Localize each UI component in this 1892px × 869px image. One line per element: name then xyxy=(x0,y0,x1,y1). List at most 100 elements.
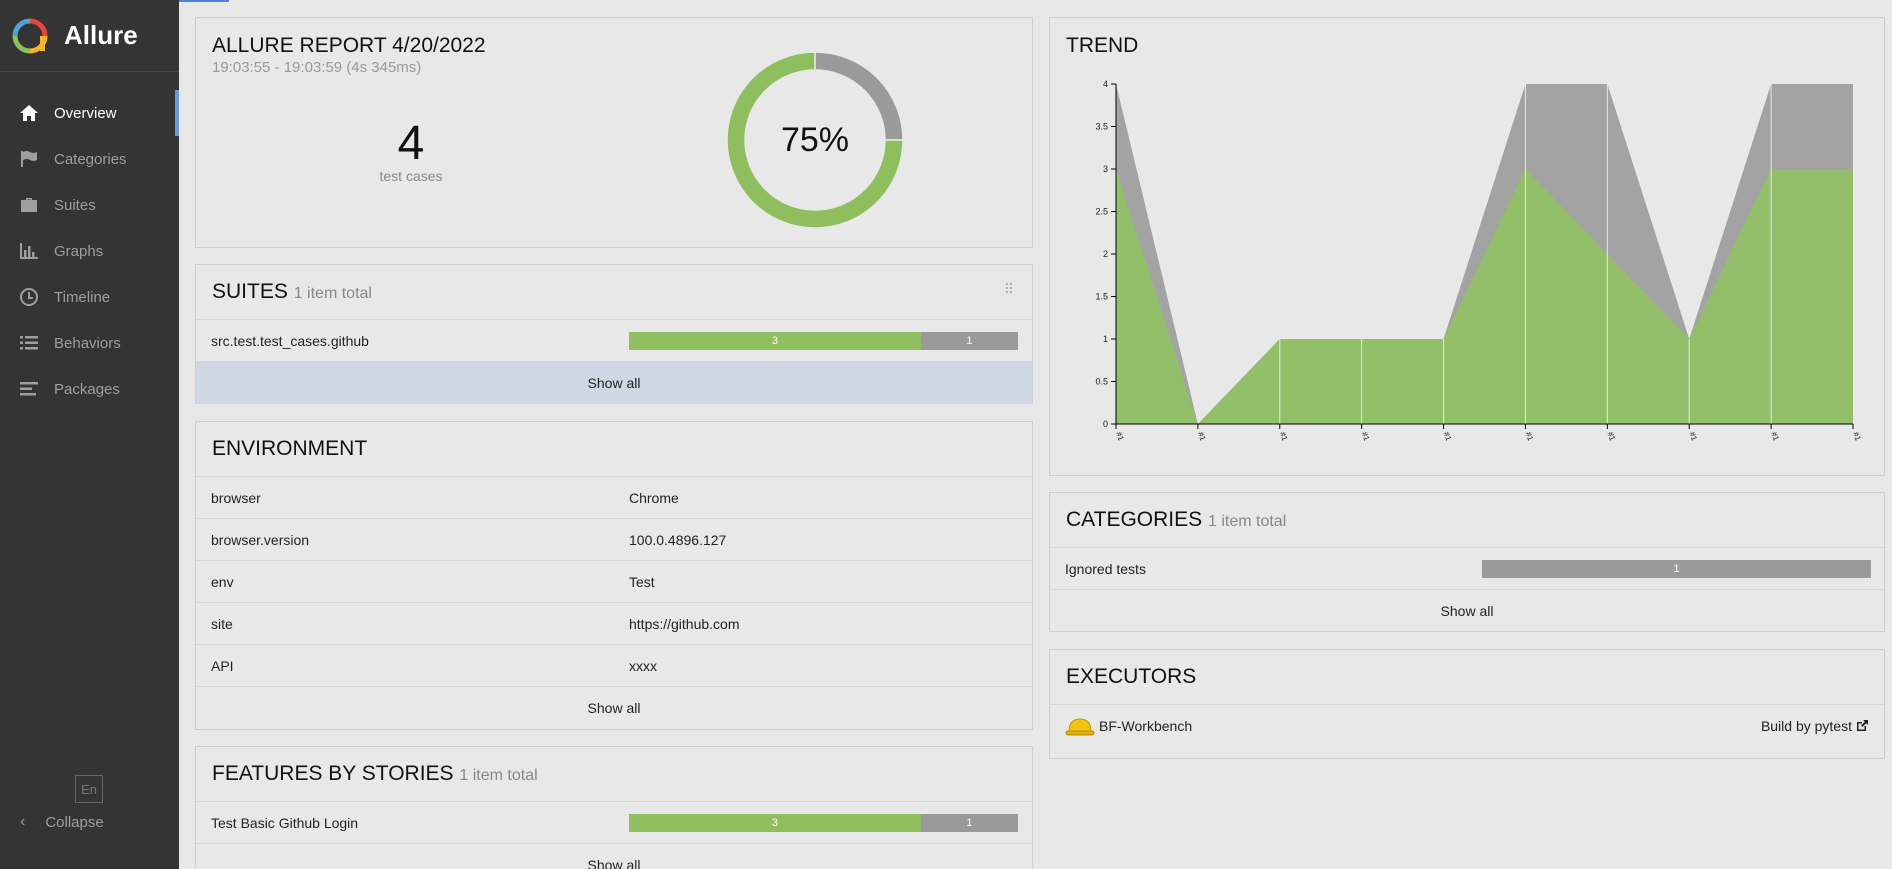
sidebar-item-timeline[interactable]: Timeline xyxy=(0,274,179,320)
env-key: browser xyxy=(211,489,261,506)
list-icon xyxy=(18,332,40,354)
clock-icon xyxy=(18,286,40,308)
executors-panel: EXECUTORS BF-Workbench Build by pytest xyxy=(1049,649,1885,759)
collapse-button[interactable]: ‹ Collapse xyxy=(20,813,104,831)
x-tick-label[interactable]: #1 xyxy=(1687,431,1699,443)
pass-rate-percent: 75% xyxy=(780,120,850,159)
executor-row[interactable]: BF-Workbench Build by pytest xyxy=(1050,705,1884,747)
x-tick-label[interactable]: #1 xyxy=(1851,431,1863,443)
sidebar-item-packages[interactable]: Packages xyxy=(0,366,179,412)
features-count: 1 item total xyxy=(459,767,538,784)
trend-panel: TREND 0 0.5 1 1.5 2 2.5 3 3.5 4 #1 #1 #1 #1 #1 #1 #1 #1 #… xyxy=(1049,17,1885,476)
align-left-icon xyxy=(18,378,40,400)
top-progress-line xyxy=(179,0,229,2)
sidebar-item-suites[interactable]: Suites xyxy=(0,182,179,228)
flag-icon xyxy=(18,148,40,170)
sidebar-item-overview[interactable]: Overview xyxy=(0,90,179,136)
y-tick-label: 2 xyxy=(1103,249,1108,259)
env-value: https://github.com xyxy=(629,615,740,632)
suites-show-all-button[interactable]: Show all xyxy=(196,362,1032,404)
sidebar: Allure Overview Categories Suites Graphs… xyxy=(0,0,179,869)
report-time: 19:03:55 - 19:03:59 (4s 345ms) xyxy=(212,59,422,76)
x-tick-label[interactable]: #1 xyxy=(1524,431,1536,443)
env-key: browser.version xyxy=(211,531,310,548)
y-tick-label: 2.5 xyxy=(1095,207,1108,217)
skipped-segment: 1 xyxy=(920,813,1018,832)
sidebar-item-label: Timeline xyxy=(54,288,111,306)
suites-panel: SUITES 1 item total ⠿ src.test.test_case… xyxy=(195,264,1033,404)
x-tick-label[interactable]: #1 xyxy=(1605,431,1617,443)
trend-chart[interactable]: 0 0.5 1 1.5 2 2.5 3 3.5 4 #1 #1 #1 #1 #1 #1 #1 #1 #1 #1 xyxy=(1050,18,1886,477)
sidebar-item-graphs[interactable]: Graphs xyxy=(0,228,179,274)
briefcase-icon xyxy=(18,194,40,216)
drag-handle-icon[interactable]: ⠿ xyxy=(1004,281,1014,298)
environment-panel: ENVIRONMENT browser Chrome browser.versio… xyxy=(195,421,1033,730)
sidebar-item-behaviors[interactable]: Behaviors xyxy=(0,320,179,366)
language-button[interactable]: En xyxy=(75,775,103,803)
x-tick-label[interactable]: #1 xyxy=(1442,431,1454,443)
categories-title: CATEGORIES 1 item total xyxy=(1050,493,1884,548)
env-value: Chrome xyxy=(629,489,679,506)
app-name: Allure xyxy=(64,20,138,50)
executors-title: EXECUTORS xyxy=(1050,650,1884,705)
skipped-segment: 1 xyxy=(1482,559,1871,578)
y-tick-label: 4 xyxy=(1103,79,1108,89)
categories-count: 1 item total xyxy=(1207,513,1287,530)
x-tick-label[interactable]: #1 xyxy=(1360,431,1372,443)
y-tick-label: 3.5 xyxy=(1095,122,1108,132)
y-tick-label: 3 xyxy=(1103,164,1108,174)
summary-panel: ALLURE REPORT 4/20/2022 19:03:55 - 19:03… xyxy=(195,17,1033,248)
passed-segment: 3 xyxy=(629,331,921,350)
environment-title: ENVIRONMENT xyxy=(196,422,1032,477)
suites-title: SUITES 1 item total xyxy=(196,265,1032,320)
sidebar-item-label: Suites xyxy=(54,196,96,214)
env-key: API xyxy=(211,657,234,674)
suite-name: src.test.test_cases.github xyxy=(211,332,369,349)
table-row: browser Chrome xyxy=(196,477,1032,519)
sidebar-item-categories[interactable]: Categories xyxy=(0,136,179,182)
environment-show-all-button[interactable]: Show all xyxy=(196,687,1032,729)
x-tick-label[interactable]: #1 xyxy=(1114,431,1126,443)
test-case-label: test cases xyxy=(379,168,443,184)
category-status-bar[interactable]: 1 xyxy=(1482,559,1871,578)
y-tick-label: 1 xyxy=(1103,334,1108,344)
bar-chart-icon xyxy=(18,240,40,262)
features-panel: FEATURES BY STORIES 1 item total Test Ba… xyxy=(195,746,1033,869)
feature-status-bar[interactable]: 3 1 xyxy=(629,813,1018,832)
categories-show-all-button[interactable]: Show all xyxy=(1050,590,1884,632)
home-icon xyxy=(18,102,40,124)
table-row[interactable]: Ignored tests 1 xyxy=(1050,548,1884,590)
suite-status-bar[interactable]: 3 1 xyxy=(629,331,1018,350)
hard-hat-icon xyxy=(1065,718,1095,736)
env-value: Test xyxy=(629,573,655,590)
sidebar-item-label: Graphs xyxy=(54,242,104,260)
table-row[interactable]: Test Basic Github Login 3 1 xyxy=(196,802,1032,844)
collapse-label: Collapse xyxy=(45,813,104,831)
env-value: xxxx xyxy=(629,657,657,674)
table-row: env Test xyxy=(196,561,1032,603)
table-row: browser.version 100.0.4896.127 xyxy=(196,519,1032,561)
executor-name: BF-Workbench xyxy=(1099,718,1193,734)
sidebar-item-label: Categories xyxy=(54,150,127,168)
categories-panel: CATEGORIES 1 item total Ignored tests 1 … xyxy=(1049,492,1885,632)
allure-logo-icon xyxy=(12,18,48,53)
brand[interactable]: Allure xyxy=(0,0,179,72)
feature-name: Test Basic Github Login xyxy=(211,814,359,831)
table-row[interactable]: src.test.test_cases.github 3 1 xyxy=(196,320,1032,362)
sidebar-item-label: Behaviors xyxy=(54,334,121,352)
x-tick-label[interactable]: #1 xyxy=(1769,431,1781,443)
env-key: env xyxy=(211,573,234,590)
passed-segment: 3 xyxy=(629,813,921,832)
x-tick-label[interactable]: #1 xyxy=(1196,431,1208,443)
table-row: site https://github.com xyxy=(196,603,1032,645)
test-case-count: 4 xyxy=(397,117,425,170)
chevron-left-icon: ‹ xyxy=(20,813,26,830)
y-tick-label: 1.5 xyxy=(1095,292,1108,302)
external-link-icon xyxy=(1857,720,1868,731)
suites-count: 1 item total xyxy=(293,285,372,302)
build-link[interactable]: Build by pytest xyxy=(1761,718,1869,734)
x-tick-label[interactable]: #1 xyxy=(1278,431,1290,443)
features-show-all-button[interactable]: Show all xyxy=(196,844,1032,869)
report-title: ALLURE REPORT 4/20/2022 xyxy=(212,34,486,57)
sidebar-nav: Overview Categories Suites Graphs Timeli… xyxy=(0,90,179,412)
